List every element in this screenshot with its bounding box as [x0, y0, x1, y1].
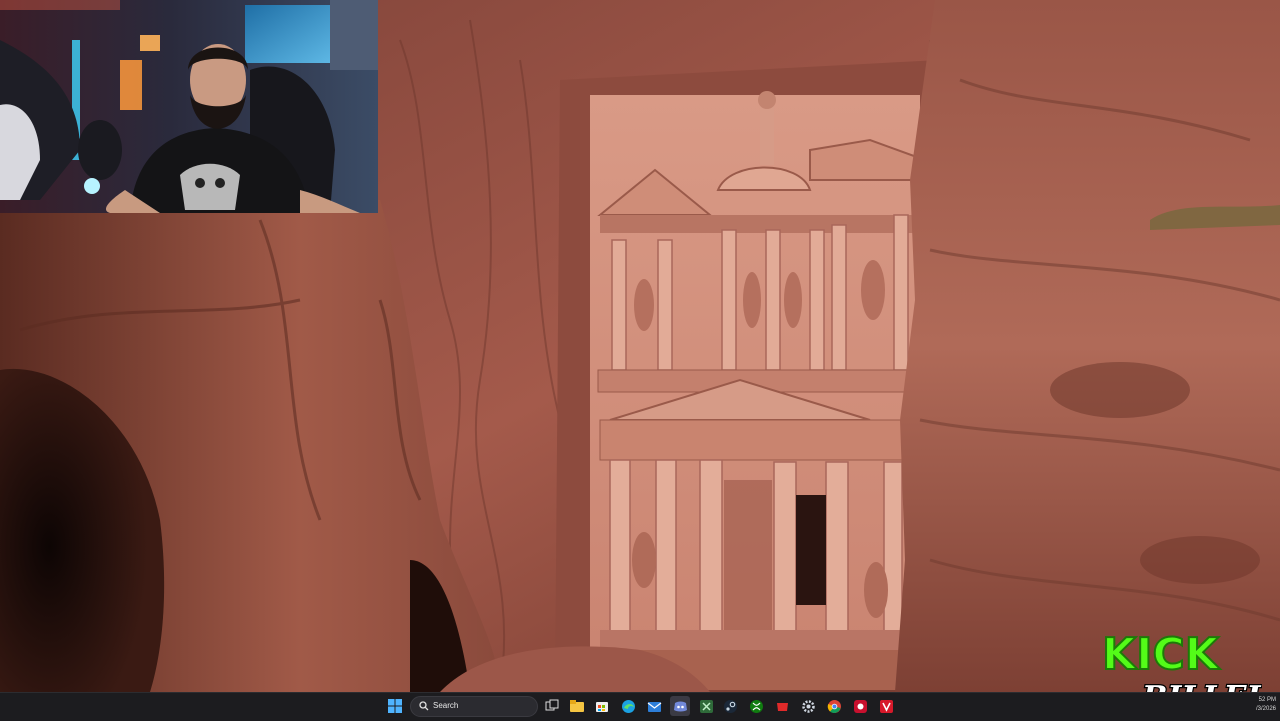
tray-time: 52 PM [1258, 697, 1276, 703]
chrome-icon[interactable] [824, 696, 844, 716]
game-launcher-icon[interactable] [772, 696, 792, 716]
taskbar-search-box[interactable]: Search [410, 696, 538, 717]
file-explorer-icon[interactable] [567, 696, 587, 716]
search-label: Search [433, 701, 459, 710]
kick-logo-text: KICK [1102, 629, 1221, 680]
edge-icon[interactable] [618, 696, 638, 716]
store-icon[interactable] [592, 696, 612, 716]
xbox-icon[interactable] [696, 696, 716, 716]
steam-icon[interactable] [720, 696, 740, 716]
app-v-icon[interactable] [876, 696, 896, 716]
settings-icon[interactable] [798, 696, 818, 716]
search-icon [419, 701, 429, 711]
system-tray-clock[interactable]: 52 PM /3/2026 [1254, 696, 1276, 720]
mail-icon[interactable] [644, 696, 664, 716]
webcam-overlay [0, 0, 378, 213]
tray-date: /3/2026 [1255, 706, 1276, 712]
treasury-facade [590, 91, 926, 690]
taskbar: Search 52 PM /3/2026 [0, 692, 1280, 721]
app-red-icon[interactable] [850, 696, 870, 716]
task-view-icon[interactable] [542, 696, 562, 716]
xbox-app-icon[interactable] [746, 696, 766, 716]
windows-start-icon[interactable] [385, 696, 405, 716]
discord-icon[interactable] [670, 696, 690, 716]
